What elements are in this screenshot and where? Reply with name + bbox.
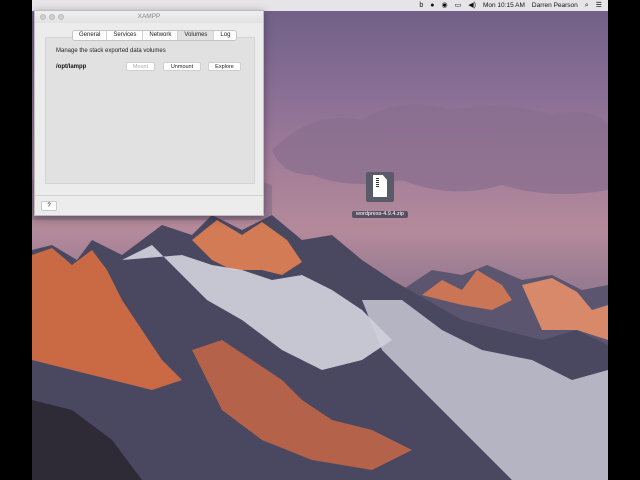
airplay-icon[interactable]: ◉ [442, 0, 448, 11]
close-window-icon[interactable] [40, 14, 46, 20]
volumes-panel: Manage the stack exported data volumes /… [45, 37, 255, 184]
zoom-window-icon[interactable] [58, 14, 64, 20]
zipper-icon [376, 178, 379, 188]
tab-services[interactable]: Services [107, 31, 144, 40]
window-titlebar[interactable]: XAMPP [35, 11, 263, 23]
notification-center-icon[interactable]: ☰ [596, 0, 602, 11]
display-icon[interactable]: ▭ [455, 0, 462, 11]
footer-divider [35, 195, 263, 196]
explore-button[interactable]: Explore [208, 62, 241, 71]
panel-description: Manage the stack exported data volumes [56, 48, 166, 54]
menubar-user-name[interactable]: Darren Pearson [532, 2, 578, 9]
tab-volumes[interactable]: Volumes [178, 31, 215, 40]
xampp-window: XAMPP Manage the stack exported data vol… [34, 10, 264, 216]
volume-path: /opt/lampp [56, 64, 87, 70]
tab-network[interactable]: Network [143, 31, 179, 40]
bluetooth-icon[interactable]: b [419, 0, 423, 11]
tab-log[interactable]: Log [214, 31, 237, 40]
desktop: b ● ◉ ▭ ◀) Mon 10:15 AM Darren Pearson ⌕… [32, 0, 608, 480]
zip-file-icon[interactable] [366, 172, 394, 202]
spotlight-icon[interactable]: ⌕ [585, 0, 589, 11]
menubar-clock[interactable]: Mon 10:15 AM [483, 2, 525, 9]
window-title: XAMPP [137, 13, 161, 20]
tab-general[interactable]: General [73, 31, 108, 40]
record-icon[interactable]: ● [430, 0, 434, 11]
unmount-button[interactable]: Unmount [163, 62, 201, 71]
desktop-file-wordpress-zip[interactable]: wordpress-4.9.4.zip [352, 172, 408, 220]
file-label[interactable]: wordpress-4.9.4.zip [352, 211, 408, 218]
minimize-window-icon[interactable] [49, 14, 55, 20]
tab-bar: General Services Network Volumes Log [72, 30, 238, 41]
mount-button[interactable]: Mount [126, 62, 155, 71]
help-button[interactable]: ? [41, 201, 57, 211]
volume-icon[interactable]: ◀) [468, 0, 476, 11]
